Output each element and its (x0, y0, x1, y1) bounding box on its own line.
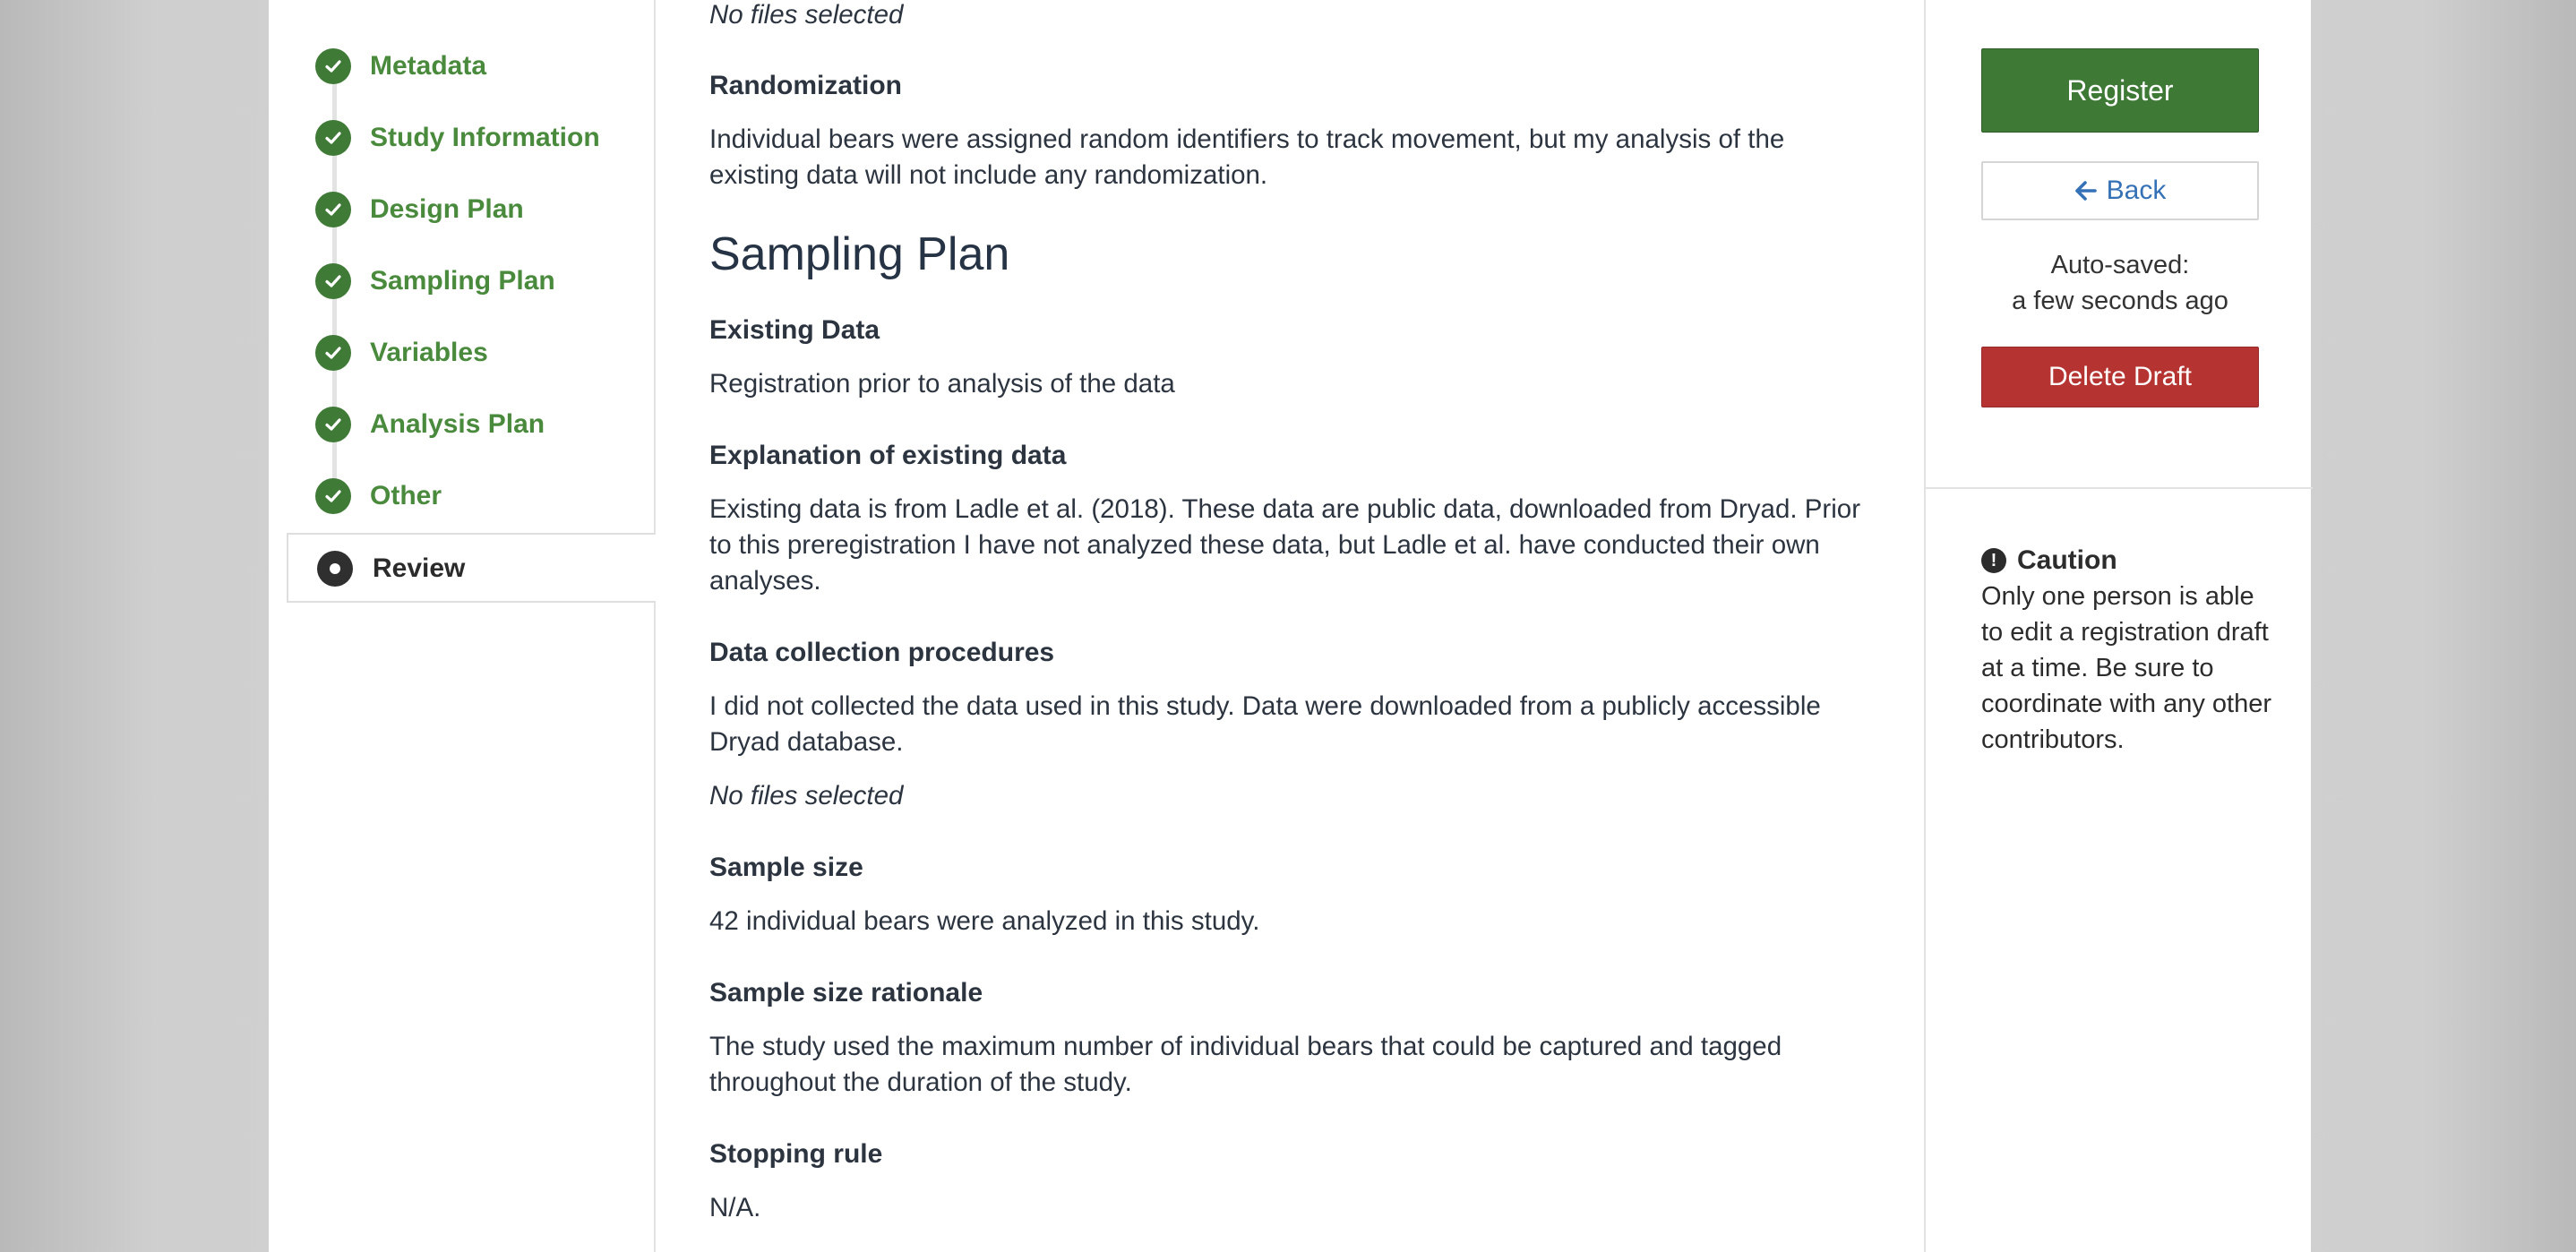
nav-item-study-information[interactable]: Study Information (269, 102, 654, 174)
nav-item-sampling-plan[interactable]: Sampling Plan (269, 245, 654, 317)
answer-sample-size: 42 individual bears were analyzed in thi… (709, 906, 1260, 936)
nav-item-analysis-plan[interactable]: Analysis Plan (269, 389, 654, 460)
caution-message: Only one person is able to edit a regist… (1981, 582, 2272, 754)
sidebar-divider (1926, 487, 2313, 489)
answer-sample-size-rationale: The study used the maximum number of ind… (709, 1032, 1782, 1097)
answer-data-collection: I did not collected the data used in thi… (709, 691, 1821, 757)
action-sidebar: Register Back Auto-saved: a few seconds … (1924, 0, 2313, 1252)
answer-existing-data: Registration prior to analysis of the da… (709, 369, 1175, 399)
delete-draft-label: Delete Draft (2048, 362, 2193, 391)
answer-explanation-existing-data: Existing data is from Ladle et al. (2018… (709, 494, 1861, 596)
current-step-icon (317, 551, 353, 587)
section-nav: Metadata Study Information Design Plan S… (269, 0, 656, 1252)
check-icon (315, 192, 351, 227)
autosave-time: a few seconds ago (2012, 287, 2228, 315)
nav-item-review[interactable]: Review (287, 533, 656, 603)
check-icon (315, 263, 351, 299)
exclamation-circle-icon: ! (1981, 548, 2006, 573)
check-icon (315, 335, 351, 371)
nav-item-metadata[interactable]: Metadata (269, 30, 654, 102)
nav-item-other[interactable]: Other (269, 460, 654, 532)
nav-item-design-plan[interactable]: Design Plan (269, 174, 654, 245)
registration-panel: Metadata Study Information Design Plan S… (269, 0, 2313, 1252)
nav-item-label: Design Plan (370, 194, 524, 224)
autosave-status: Auto-saved: a few seconds ago (1981, 247, 2259, 319)
register-button-label: Register (2066, 73, 2174, 107)
no-files-selected: No files selected (709, 0, 904, 30)
back-button[interactable]: Back (1981, 161, 2259, 220)
answer-stopping-rule: N/A. (709, 1193, 761, 1222)
question-stopping-rule: Stopping rule (709, 1139, 883, 1169)
question-randomization: Randomization (709, 71, 902, 100)
no-files-selected: No files selected (709, 781, 904, 810)
register-button[interactable]: Register (1981, 48, 2259, 133)
section-title: Sampling Plan (709, 228, 1010, 280)
nav-item-label: Other (370, 481, 442, 510)
check-icon (315, 407, 351, 442)
check-icon (315, 48, 351, 84)
check-icon (315, 120, 351, 156)
answer-randomization: Individual bears were assigned random id… (709, 124, 1785, 190)
nav-item-label: Review (373, 553, 466, 583)
question-sample-size-rationale: Sample size rationale (709, 978, 983, 1008)
question-sample-size: Sample size (709, 853, 863, 882)
nav-item-label: Variables (370, 338, 488, 367)
question-explanation-existing-data: Explanation of existing data (709, 441, 1067, 470)
caution-title: Caution (2017, 545, 2117, 575)
nav-item-label: Analysis Plan (370, 409, 545, 439)
delete-draft-button[interactable]: Delete Draft (1981, 347, 2259, 407)
back-button-label: Back (2106, 176, 2167, 205)
nav-item-variables[interactable]: Variables (269, 317, 654, 389)
nav-item-label: Study Information (370, 123, 600, 152)
nav-item-label: Metadata (370, 51, 487, 81)
review-content: No files selected Randomization Individu… (709, 0, 1865, 1252)
caution-heading: ! Caution (1981, 543, 2117, 579)
autosave-label: Auto-saved: (2050, 251, 2190, 279)
arrow-left-icon (2074, 180, 2098, 202)
question-existing-data: Existing Data (709, 315, 880, 345)
nav-item-label: Sampling Plan (370, 266, 555, 296)
check-icon (315, 478, 351, 514)
question-data-collection: Data collection procedures (709, 638, 1055, 667)
